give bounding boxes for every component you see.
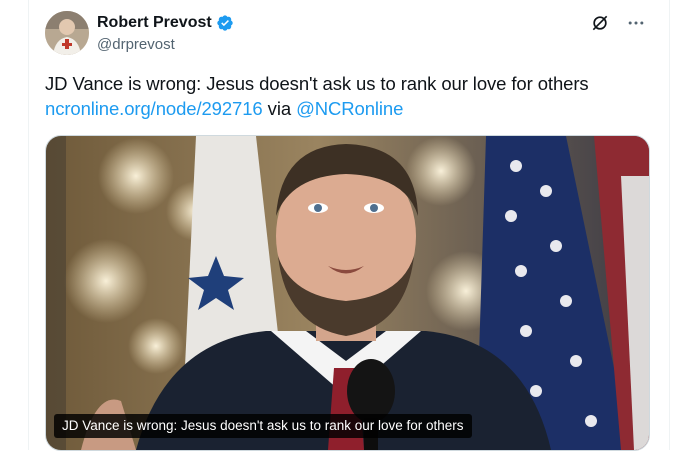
avatar[interactable] xyxy=(45,11,89,55)
tweet-link-line: ncronline.org/node/292716 via @NCRonline xyxy=(45,96,653,121)
tweet-link[interactable]: ncronline.org/node/292716 xyxy=(45,98,263,119)
verified-badge-icon[interactable] xyxy=(216,14,234,32)
tweet-body: JD Vance is wrong: Jesus doesn't ask us … xyxy=(45,73,589,94)
tweet-text: JD Vance is wrong: Jesus doesn't ask us … xyxy=(45,71,653,121)
tweet-card: Robert Prevost @drprevost JD Vance is wr… xyxy=(28,0,670,451)
media-caption: JD Vance is wrong: Jesus doesn't ask us … xyxy=(54,414,472,438)
grok-icon[interactable] xyxy=(589,12,611,34)
author-name[interactable]: Robert Prevost xyxy=(97,14,212,32)
author-handle[interactable]: @drprevost xyxy=(97,36,175,53)
author-name-row[interactable]: Robert Prevost xyxy=(97,13,234,33)
header-actions xyxy=(589,12,647,34)
more-icon[interactable] xyxy=(625,12,647,34)
via-text: via xyxy=(262,98,297,119)
tweet-media[interactable]: JD Vance is wrong: Jesus doesn't ask us … xyxy=(45,135,650,451)
mention-link[interactable]: @NCRonline xyxy=(296,98,403,119)
media-photo xyxy=(46,136,649,450)
